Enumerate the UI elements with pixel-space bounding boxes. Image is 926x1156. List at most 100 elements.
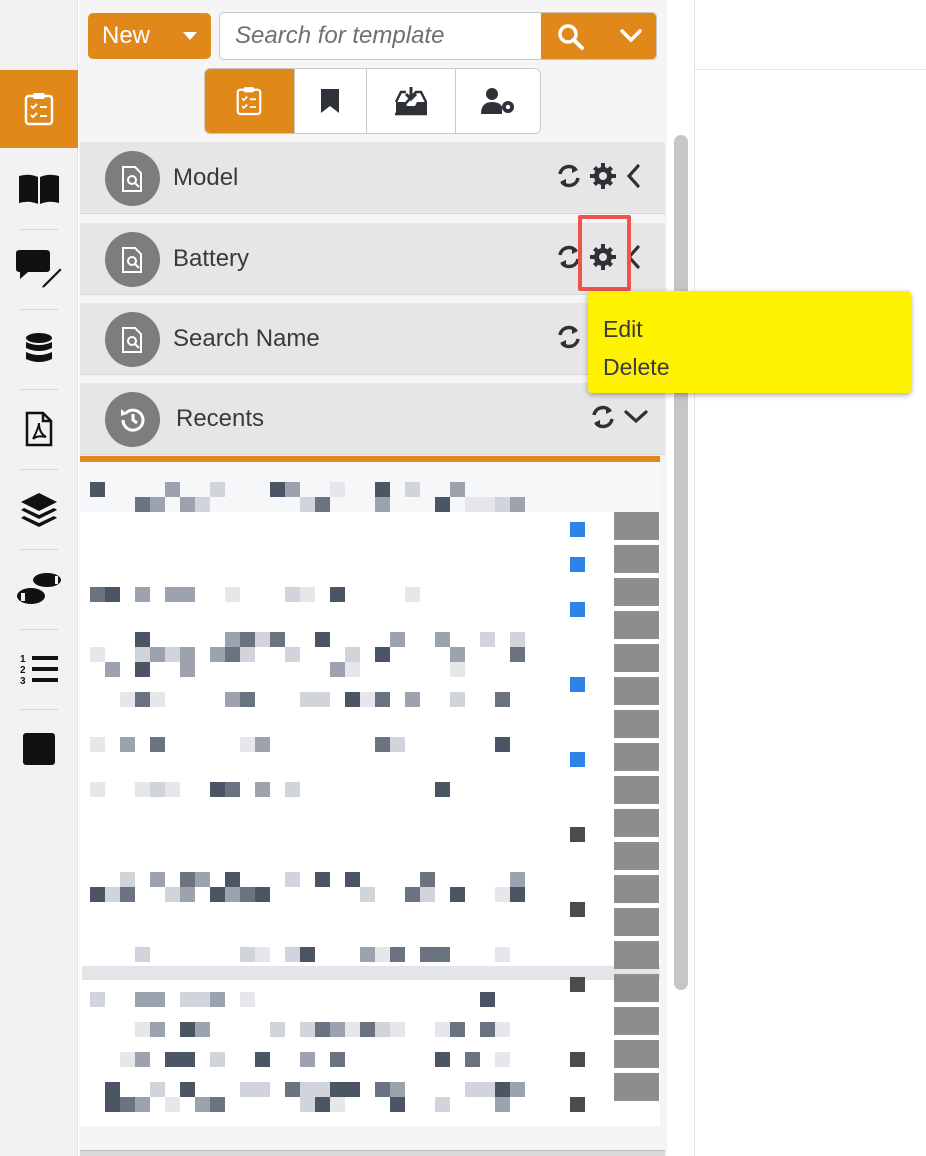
redacted-pixel bbox=[420, 872, 435, 887]
redacted-pixel bbox=[135, 1022, 150, 1037]
redacted-pixel bbox=[390, 632, 405, 647]
redacted-pixel bbox=[285, 647, 300, 662]
redacted-pixel bbox=[105, 887, 120, 902]
gear-icon[interactable] bbox=[589, 162, 617, 190]
vertical-scrollbar[interactable] bbox=[674, 135, 688, 990]
redacted-pixel bbox=[120, 737, 135, 752]
redacted-pixel bbox=[315, 1022, 330, 1037]
redacted-pixel bbox=[495, 497, 510, 512]
redacted-pixel bbox=[510, 872, 525, 887]
sidebar-item-database[interactable] bbox=[0, 310, 78, 388]
comments-edit-icon bbox=[16, 250, 64, 289]
highlight-box bbox=[578, 215, 631, 291]
chevron-down-icon[interactable] bbox=[623, 406, 649, 428]
inbox-download-icon bbox=[394, 87, 427, 116]
redacted-pixel bbox=[210, 482, 225, 497]
redacted-pixel bbox=[330, 1082, 345, 1097]
redacted-pixel bbox=[165, 782, 180, 797]
redacted-pixel bbox=[135, 497, 150, 512]
redacted-pixel bbox=[345, 647, 360, 662]
redacted-pixel bbox=[435, 782, 450, 797]
recents-list[interactable] bbox=[80, 456, 660, 1126]
refresh-icon[interactable] bbox=[589, 403, 617, 431]
redacted-pixel bbox=[225, 887, 240, 902]
thumbnail-block bbox=[614, 677, 659, 705]
redacted-pixel bbox=[450, 887, 465, 902]
search-button[interactable] bbox=[541, 13, 656, 59]
tab-user-settings[interactable] bbox=[456, 69, 540, 133]
redacted-pixel bbox=[120, 692, 135, 707]
redacted-pixel bbox=[255, 782, 270, 797]
redacted-pixel bbox=[285, 1082, 300, 1097]
redacted-pixel bbox=[180, 1082, 195, 1097]
redacted-pixel bbox=[255, 1052, 270, 1067]
menu-item-delete[interactable]: Delete bbox=[603, 348, 911, 386]
redacted-pixel bbox=[150, 692, 165, 707]
sidebar-item-book[interactable] bbox=[0, 150, 78, 228]
tab-import[interactable] bbox=[367, 69, 457, 133]
thumbnail-block bbox=[614, 809, 659, 837]
redacted-pixel bbox=[300, 947, 315, 962]
redacted-pixel bbox=[135, 662, 150, 677]
redacted-pixel bbox=[180, 887, 195, 902]
redacted-pixel bbox=[420, 887, 435, 902]
sidebar-rail: 1 2 3 bbox=[0, 0, 78, 1156]
caret-down-icon bbox=[183, 32, 197, 40]
redacted-pixel bbox=[360, 887, 375, 902]
footprints-icon bbox=[17, 573, 61, 604]
horizontal-scrollbar[interactable] bbox=[80, 1150, 665, 1156]
redacted-pixel bbox=[510, 1082, 525, 1097]
redacted-pixel bbox=[165, 482, 180, 497]
sidebar-item-templates[interactable] bbox=[0, 70, 78, 148]
group-label: Model bbox=[173, 164, 239, 191]
search-input[interactable] bbox=[220, 13, 540, 59]
sidebar-item-list[interactable]: 1 2 3 bbox=[0, 630, 78, 708]
chevron-down-icon[interactable] bbox=[619, 28, 643, 44]
group-label: Search Name bbox=[173, 325, 320, 352]
redacted-pixel bbox=[405, 692, 420, 707]
redacted-pixel bbox=[285, 947, 300, 962]
redacted-pixel bbox=[495, 1022, 510, 1037]
group-label: Battery bbox=[173, 245, 250, 272]
group-row-model[interactable]: Model bbox=[80, 142, 665, 214]
sidebar-item-comments[interactable] bbox=[0, 230, 78, 308]
refresh-icon[interactable] bbox=[555, 162, 583, 190]
redacted-pixel bbox=[360, 692, 375, 707]
redacted-pixel bbox=[375, 692, 390, 707]
view-tabs bbox=[204, 68, 541, 134]
sidebar-item-layers[interactable] bbox=[0, 470, 78, 548]
refresh-icon[interactable] bbox=[555, 323, 583, 351]
sidebar-item-stop[interactable] bbox=[0, 710, 78, 788]
redacted-pixel bbox=[150, 872, 165, 887]
new-button[interactable]: New bbox=[88, 13, 211, 59]
clipboard-check-icon bbox=[24, 93, 54, 126]
redacted-pixel bbox=[165, 647, 180, 662]
sidebar-item-footprints[interactable] bbox=[0, 550, 78, 628]
thumbnail-block bbox=[614, 545, 659, 573]
template-search-icon bbox=[105, 232, 160, 287]
redacted-pixel bbox=[435, 632, 450, 647]
redacted-pixel bbox=[495, 737, 510, 752]
thumbnail-block bbox=[614, 1073, 659, 1101]
search-icon bbox=[558, 24, 584, 50]
redacted-pixel bbox=[135, 647, 150, 662]
redacted-pixel bbox=[315, 1082, 330, 1097]
svg-text:1: 1 bbox=[20, 654, 26, 665]
tab-templates[interactable] bbox=[205, 69, 295, 133]
redacted-pixel bbox=[465, 497, 480, 512]
tab-bookmarks[interactable] bbox=[295, 69, 367, 133]
redacted-pixel bbox=[240, 647, 255, 662]
menu-item-edit[interactable]: Edit bbox=[603, 310, 911, 348]
redacted-pixel bbox=[480, 1022, 495, 1037]
redacted-pixel bbox=[285, 782, 300, 797]
template-search-icon bbox=[105, 151, 160, 206]
status-pixel bbox=[570, 677, 585, 692]
group-row-recents[interactable]: Recents bbox=[80, 383, 665, 455]
redacted-pixel bbox=[495, 692, 510, 707]
chevron-left-icon[interactable] bbox=[623, 163, 645, 189]
sidebar-item-pdf[interactable] bbox=[0, 390, 78, 468]
group-row-search-name[interactable]: Search Name bbox=[80, 303, 665, 375]
redacted-pixel bbox=[195, 1022, 210, 1037]
redacted-pixel bbox=[375, 647, 390, 662]
redacted-pixel bbox=[180, 1052, 195, 1067]
